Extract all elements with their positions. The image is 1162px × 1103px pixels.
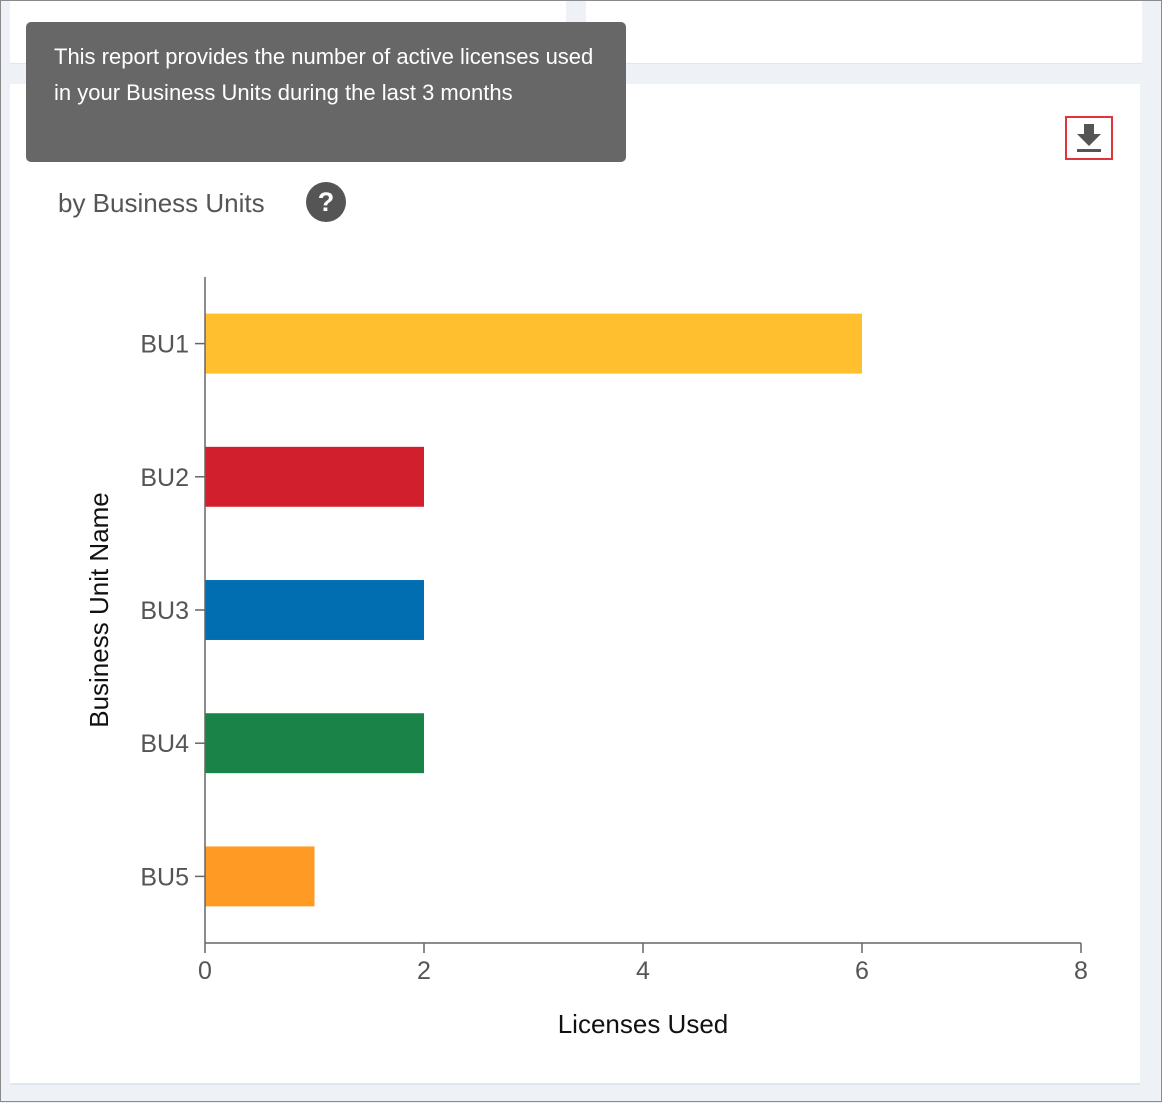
- x-tick-label-8: 8: [1074, 957, 1088, 985]
- y-tick-label-bu1: BU1: [140, 331, 189, 359]
- x-tick-label-6: 6: [855, 957, 869, 985]
- x-tick-label-0: 0: [198, 957, 212, 985]
- bar-bu2[interactable]: [205, 446, 424, 507]
- bar-bu3[interactable]: [205, 580, 424, 640]
- bar-bu5[interactable]: [205, 846, 315, 907]
- x-tick-label-4: 4: [636, 957, 650, 985]
- help-tooltip: This report provides the number of activ…: [26, 22, 626, 162]
- y-tick-label-bu5: BU5: [140, 863, 189, 891]
- bar-bu1[interactable]: [205, 313, 862, 374]
- y-axis-label: Business Unit Name: [84, 492, 114, 728]
- x-axis-label: Licenses Used: [558, 1009, 729, 1039]
- bar-chart: BU1 BU2 BU3 BU4 BU5 0 2 4 6 8 Licenses Used Busines…: [84, 277, 1088, 1039]
- y-tick-label-bu4: BU4: [140, 730, 189, 758]
- x-tick-label-2: 2: [417, 957, 431, 985]
- y-tick-label-bu2: BU2: [140, 464, 189, 492]
- y-tick-label-bu3: BU3: [140, 597, 189, 625]
- bar-bu4[interactable]: [205, 713, 424, 774]
